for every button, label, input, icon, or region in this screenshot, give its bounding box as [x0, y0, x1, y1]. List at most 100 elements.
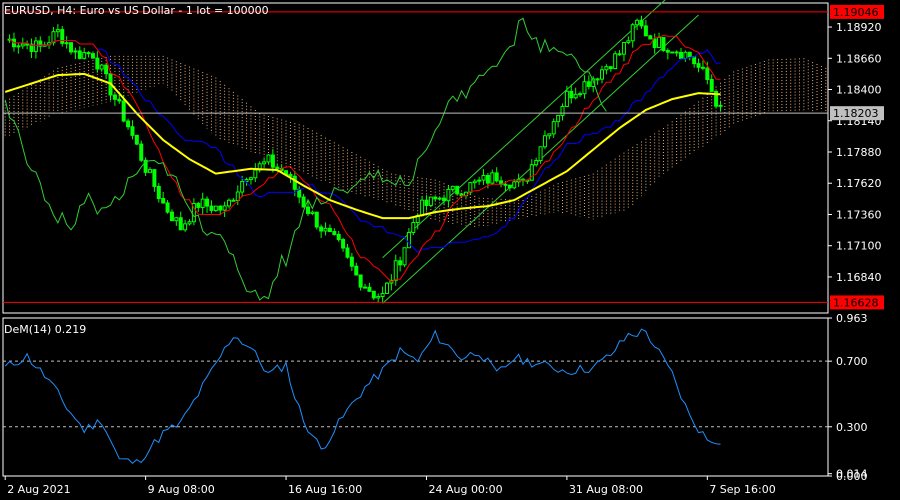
chart-svg: 1.189201.186601.184001.181401.178801.176… [2, 0, 884, 496]
candle-body [573, 93, 578, 99]
candle-body [709, 78, 714, 92]
candle-body [121, 100, 126, 122]
candle-body [169, 211, 174, 222]
time-tick-label: 31 Aug 08:00 [569, 483, 643, 496]
candle-body [90, 53, 95, 59]
candle-body [117, 98, 122, 102]
candle-body [424, 199, 429, 206]
candle-body [626, 40, 631, 44]
candle-body [696, 63, 701, 68]
candle-body [174, 217, 179, 222]
candle-body [60, 29, 65, 44]
candle-body [200, 198, 205, 208]
candle-body [657, 36, 662, 49]
candle-body [442, 197, 447, 202]
candle-body [104, 64, 109, 75]
candle-body [529, 164, 534, 181]
candle-body [586, 81, 591, 87]
candle-body [582, 81, 587, 95]
candle-body [446, 188, 451, 202]
price-tick-label: 1.18400 [836, 84, 882, 97]
indicator-panel-frame [2, 317, 829, 477]
candle-body [687, 51, 692, 58]
candle-body [363, 286, 368, 289]
candle-body [354, 265, 359, 276]
candle-body [292, 175, 297, 190]
candle-body [613, 53, 618, 70]
candle-body [718, 104, 723, 107]
candle-body [139, 143, 144, 161]
candle-body [578, 93, 583, 96]
candle-body [332, 231, 337, 235]
time-tick-label: 24 Aug 00:00 [428, 483, 502, 496]
price-tick-label: 1.18920 [836, 21, 882, 34]
dem-tick-label: 0.700 [836, 355, 868, 368]
candle-body [336, 233, 341, 241]
time-tick-label: 9 Aug 08:00 [148, 483, 215, 496]
candle-body [477, 179, 482, 182]
candle-body [542, 135, 547, 148]
candle-body [639, 19, 644, 27]
candle-body [209, 205, 214, 211]
candle-body [156, 185, 161, 200]
dem-tick-label: 0.000 [836, 470, 868, 483]
candle-body [222, 205, 227, 211]
candle-body [468, 182, 473, 193]
price-tick-label: 1.17620 [836, 177, 882, 190]
candle-body [310, 211, 315, 214]
candle-body [402, 247, 407, 266]
candle-body [630, 24, 635, 42]
candle-body [420, 199, 425, 217]
candle-body [240, 181, 245, 193]
candle-body [134, 134, 139, 145]
candle-body [621, 42, 626, 55]
price-tick-label: 1.17360 [836, 208, 882, 221]
candle-body [314, 211, 319, 228]
chart-title: EURUSD, H4: Euro vs US Dollar - 1 lot = … [4, 4, 269, 17]
candle-body [266, 154, 271, 163]
candle-body [700, 66, 705, 69]
candle-body [327, 227, 332, 233]
candle-body [288, 174, 293, 177]
candle-body [345, 247, 350, 258]
candle-body [148, 169, 153, 173]
candle-body [55, 29, 60, 33]
candle-body [617, 53, 622, 56]
candle-body [25, 43, 30, 46]
candle-body [205, 198, 210, 207]
candle-body [161, 198, 166, 204]
candle-body [270, 154, 275, 168]
candle-body [600, 69, 605, 80]
candle-body [69, 42, 74, 53]
candle-body [130, 126, 135, 136]
candle-body [33, 40, 38, 52]
candle-body [16, 45, 21, 48]
candle-body [683, 51, 688, 59]
candle-body [371, 290, 376, 299]
price-level-label: 1.16628 [833, 296, 879, 309]
candle-body [226, 199, 231, 207]
indicator-label: DeM(14) 0.219 [4, 323, 87, 336]
candle-body [99, 64, 104, 70]
ichimoku-cloud [4, 55, 827, 228]
candle-body [248, 177, 253, 181]
candle-body [213, 205, 218, 211]
candle-body [393, 260, 398, 281]
candle-body [275, 166, 280, 170]
candle-body [538, 146, 543, 162]
price-level-label: 1.19046 [833, 6, 879, 19]
candle-body [305, 206, 310, 214]
candle-body [661, 36, 666, 51]
price-panel-frame [2, 2, 829, 314]
candle-body [604, 66, 609, 71]
price-tick-label: 1.17100 [836, 240, 882, 253]
candle-body [455, 185, 460, 195]
candle-body [551, 121, 556, 135]
candle-body [556, 114, 561, 123]
dem-tick-label: 0.963 [836, 312, 868, 325]
candle-body [82, 52, 87, 59]
candle-body [95, 57, 100, 70]
candle-body [485, 175, 490, 184]
candle-body [231, 199, 236, 202]
candle-body [433, 196, 438, 200]
